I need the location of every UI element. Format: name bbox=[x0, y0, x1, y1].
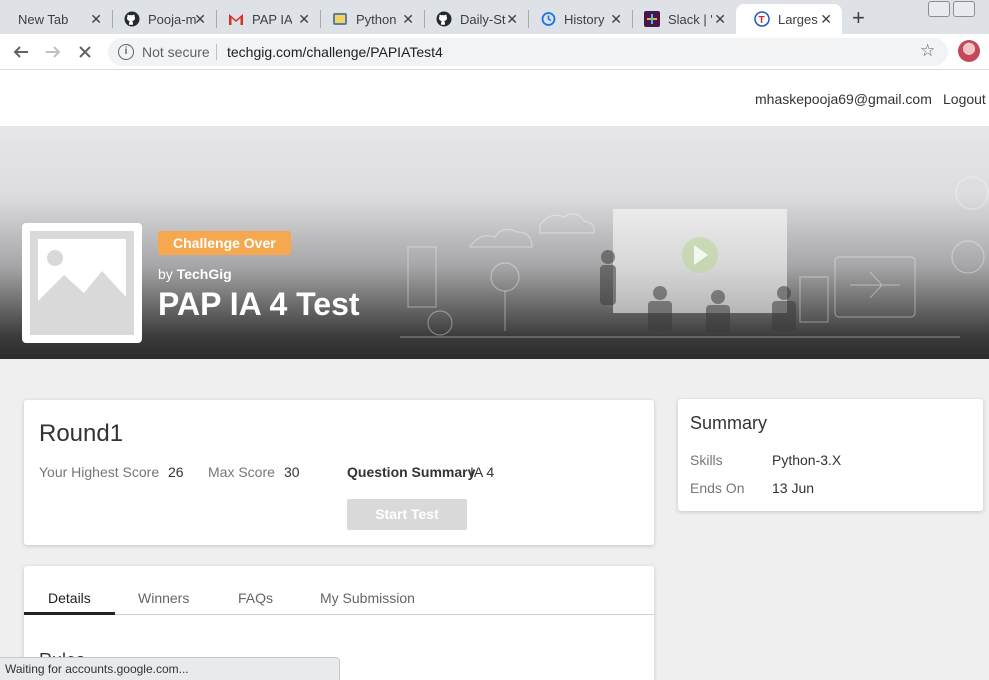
close-tab-icon[interactable]: ✕ bbox=[820, 11, 832, 28]
browser-toolbar: i Not secure techgig.com/challenge/PAPIA… bbox=[0, 34, 989, 70]
slack-icon bbox=[644, 11, 660, 27]
tab-title: Daily-St bbox=[460, 11, 506, 27]
hero-illustration bbox=[400, 176, 989, 338]
highest-score-value: 26 bbox=[168, 464, 184, 480]
round-card: Round1 Your Highest Score 26 Max Score 3… bbox=[24, 400, 654, 545]
site-header: mhaskepooja69@gmail.com Logout bbox=[0, 70, 989, 127]
challenge-logo bbox=[22, 223, 142, 343]
question-summary-value: IA 4 bbox=[470, 464, 495, 480]
author-name: TechGig bbox=[176, 266, 232, 282]
challenge-hero: Challenge Over by TechGig PAP IA 4 Test bbox=[0, 127, 989, 359]
python-icon bbox=[332, 11, 348, 27]
tab-title: History bbox=[564, 11, 605, 27]
start-test-button[interactable]: Start Test bbox=[347, 499, 467, 530]
status-badge: Challenge Over bbox=[158, 231, 291, 255]
browser-tab[interactable]: History ✕ bbox=[522, 4, 632, 34]
stop-loading-icon[interactable] bbox=[73, 40, 97, 64]
close-tab-icon[interactable]: ✕ bbox=[506, 11, 518, 28]
info-icon[interactable]: i bbox=[118, 44, 134, 60]
svg-text:T: T bbox=[759, 15, 765, 26]
ends-on-value: 13 Jun bbox=[772, 480, 815, 496]
tab-details[interactable]: Details bbox=[48, 590, 91, 606]
tab-faqs[interactable]: FAQs bbox=[238, 590, 273, 606]
history-icon bbox=[540, 11, 556, 27]
image-placeholder-icon bbox=[30, 231, 134, 335]
browser-tab[interactable]: PAP IA ✕ bbox=[210, 4, 320, 34]
forward-arrow-icon[interactable] bbox=[41, 40, 65, 64]
tab-title: Python bbox=[356, 11, 396, 27]
back-arrow-icon[interactable] bbox=[9, 40, 33, 64]
status-bar: Waiting for accounts.google.com... bbox=[0, 657, 340, 680]
profile-avatar[interactable] bbox=[958, 40, 980, 62]
ends-on-label: Ends On bbox=[690, 480, 745, 496]
browser-tab[interactable]: Python ✕ bbox=[314, 4, 424, 34]
tab-title: Pooja-m bbox=[148, 11, 197, 27]
question-summary-label: Question Summary bbox=[347, 464, 476, 480]
summary-card: Summary Skills Python-3.X Ends On 13 Jun bbox=[678, 399, 983, 511]
github-icon bbox=[124, 11, 140, 27]
close-tab-icon[interactable]: ✕ bbox=[90, 11, 102, 28]
max-score-value: 30 bbox=[284, 464, 300, 480]
skills-label: Skills bbox=[690, 452, 723, 468]
round-title: Round1 bbox=[39, 420, 124, 447]
browser-tab-active[interactable]: T Largest ✕ bbox=[736, 4, 842, 34]
active-tab-indicator bbox=[24, 612, 115, 615]
close-tab-icon[interactable]: ✕ bbox=[194, 11, 206, 28]
browser-tab-strip: New Tab ✕ Pooja-m ✕ PAP IA ✕ Python ✕ Da… bbox=[0, 0, 989, 34]
page-title: PAP IA 4 Test bbox=[158, 286, 360, 322]
browser-tab[interactable]: Pooja-m ✕ bbox=[106, 4, 216, 34]
tab-winners[interactable]: Winners bbox=[138, 590, 189, 606]
logout-link[interactable]: Logout bbox=[943, 91, 986, 107]
new-tab-icon[interactable]: + bbox=[852, 5, 865, 31]
security-label: Not secure bbox=[142, 44, 210, 60]
gmail-icon bbox=[228, 11, 244, 27]
techgig-icon: T bbox=[754, 11, 770, 27]
highest-score-label: Your Highest Score bbox=[39, 464, 160, 480]
restore-icon[interactable] bbox=[953, 1, 975, 17]
skills-value: Python-3.X bbox=[772, 452, 842, 468]
user-email[interactable]: mhaskepooja69@gmail.com bbox=[755, 91, 932, 107]
tab-title: Slack | ' bbox=[668, 11, 712, 27]
close-tab-icon[interactable]: ✕ bbox=[610, 11, 622, 28]
byline: by TechGig bbox=[158, 266, 232, 282]
bookmark-star-icon[interactable]: ☆ bbox=[920, 41, 935, 61]
content-tabs: Details Winners FAQs My Submission bbox=[24, 566, 654, 615]
minimize-icon[interactable] bbox=[928, 1, 950, 17]
url-text[interactable]: techgig.com/challenge/PAPIATest4 bbox=[227, 44, 443, 60]
summary-title: Summary bbox=[690, 413, 768, 433]
tab-my-submission[interactable]: My Submission bbox=[320, 590, 415, 606]
tab-title: PAP IA bbox=[252, 11, 292, 27]
tab-title: New Tab bbox=[18, 11, 69, 27]
tab-title: Largest bbox=[778, 11, 818, 27]
browser-tab[interactable]: Daily-St ✕ bbox=[418, 4, 528, 34]
byline-prefix: by bbox=[158, 266, 173, 282]
browser-tab[interactable]: Slack | ' ✕ bbox=[626, 4, 736, 34]
close-tab-icon[interactable]: ✕ bbox=[714, 11, 726, 28]
max-score-label: Max Score bbox=[208, 464, 275, 480]
close-tab-icon[interactable]: ✕ bbox=[298, 11, 310, 28]
browser-tab[interactable]: New Tab ✕ bbox=[0, 4, 112, 34]
omnibox-divider bbox=[216, 44, 217, 60]
github-icon bbox=[436, 11, 452, 27]
address-bar[interactable]: i Not secure techgig.com/challenge/PAPIA… bbox=[108, 38, 948, 66]
close-tab-icon[interactable]: ✕ bbox=[402, 11, 414, 28]
